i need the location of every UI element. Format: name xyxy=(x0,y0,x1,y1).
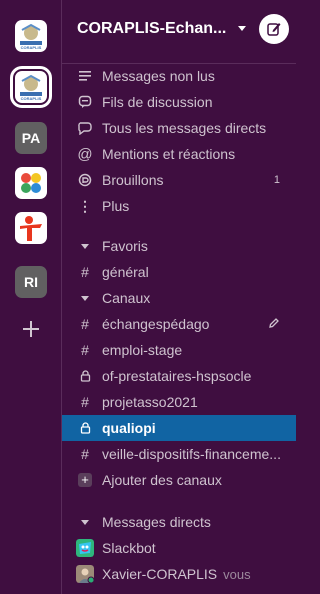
slackbot-avatar xyxy=(76,539,94,557)
workspace-coraplis-1[interactable]: CORAPLIS xyxy=(15,20,47,52)
add-channels-label: Ajouter des canaux xyxy=(102,472,222,488)
section-title: Favoris xyxy=(102,238,148,254)
dm-name: Slackbot xyxy=(102,540,156,556)
direct-messages-icon xyxy=(76,121,94,135)
hash-icon: # xyxy=(81,264,89,280)
messages-unread-icon xyxy=(76,70,94,82)
caret-down-icon xyxy=(76,295,94,301)
nav-item-label: Fils de discussion xyxy=(102,94,213,110)
hash-icon: # xyxy=(81,446,89,462)
more-icon: ⋮ xyxy=(78,197,92,214)
nav-threads[interactable]: Fils de discussion xyxy=(62,89,296,115)
section-messages-directs[interactable]: Messages directs xyxy=(62,509,296,535)
channel-general[interactable]: # général xyxy=(62,259,296,285)
caret-down-icon xyxy=(76,243,94,249)
nav-more[interactable]: ⋮ Plus xyxy=(62,193,296,219)
workspace-name[interactable]: CORAPLIS-Echan... xyxy=(77,20,226,38)
section-canaux[interactable]: Canaux xyxy=(62,285,296,311)
lock-icon xyxy=(76,370,94,382)
channel-name: échangespédago xyxy=(102,316,210,332)
workspace-pa[interactable]: PA xyxy=(15,122,47,154)
svg-text:CORAPLIS: CORAPLIS xyxy=(21,45,42,50)
drafts-icon xyxy=(76,173,94,187)
nav-direct-messages[interactable]: Tous les messages directs xyxy=(62,115,296,141)
workspace-red-figure[interactable] xyxy=(15,212,47,244)
add-workspace-icon[interactable] xyxy=(20,318,42,340)
threads-icon xyxy=(76,95,94,109)
channel-projetasso2021[interactable]: # projetasso2021 xyxy=(62,389,296,415)
workspace-initials: PA xyxy=(21,130,41,146)
nav-item-label: Messages non lus xyxy=(102,68,215,84)
channel-sidebar: CORAPLIS-Echan... Messages non lus Fils … xyxy=(62,0,296,594)
lock-icon xyxy=(76,422,94,434)
channel-name: qualiopi xyxy=(102,420,156,436)
channel-echangespedago[interactable]: # échangespédago xyxy=(62,311,296,337)
chevron-down-icon[interactable] xyxy=(238,26,246,31)
caret-down-icon xyxy=(76,519,94,525)
nav-item-label: Plus xyxy=(102,198,130,214)
you-label: vous xyxy=(223,566,251,582)
coraplis-logo-icon: CORAPLIS xyxy=(20,23,42,50)
compose-button[interactable] xyxy=(259,14,289,44)
dm-slackbot[interactable]: Slackbot xyxy=(62,535,296,561)
svg-text:CORAPLIS: CORAPLIS xyxy=(21,96,42,101)
plus-icon: + xyxy=(76,473,94,487)
channel-emploi-stage[interactable]: # emploi-stage xyxy=(62,337,296,363)
pencil-icon[interactable] xyxy=(268,317,280,329)
channel-name: of-prestataires-hspsocle xyxy=(102,368,252,384)
nav-unread-messages[interactable]: Messages non lus xyxy=(62,63,296,89)
add-channels-button[interactable]: + Ajouter des canaux xyxy=(62,467,296,493)
nav-item-label: Tous les messages directs xyxy=(102,120,267,136)
workspace-coraplis-2[interactable]: CORAPLIS xyxy=(10,66,52,108)
drafts-count: 1 xyxy=(273,174,280,186)
workspace-ri[interactable]: RI xyxy=(15,266,47,298)
hash-icon: # xyxy=(81,316,89,332)
hash-icon: # xyxy=(81,342,89,358)
nav-drafts[interactable]: Brouillons 1 xyxy=(62,167,296,193)
dm-name: Xavier-CORAPLIS xyxy=(102,566,218,582)
nav-item-label: Brouillons xyxy=(102,172,164,188)
compose-icon xyxy=(267,23,281,36)
workspace-header[interactable]: CORAPLIS-Echan... xyxy=(62,0,296,64)
channel-of-prestataires[interactable]: of-prestataires-hspsocle xyxy=(62,363,296,389)
channel-name: veille-dispositifs-financeme... xyxy=(102,446,281,462)
colorful-logo-icon xyxy=(21,173,41,193)
coraplis-logo-icon: CORAPLIS xyxy=(20,74,42,101)
nav-mentions[interactable]: @ Mentions et réactions xyxy=(62,141,296,167)
channel-name: projetasso2021 xyxy=(102,394,198,410)
channel-veille-dispositifs[interactable]: # veille-dispositifs-financeme... xyxy=(62,441,296,467)
workspace-colorful[interactable] xyxy=(15,167,47,199)
figure-logo-icon xyxy=(20,216,42,241)
nav-item-label: Mentions et réactions xyxy=(102,146,236,162)
workspace-initials: RI xyxy=(24,274,38,290)
section-title: Messages directs xyxy=(102,514,211,530)
workspace-rail: CORAPLIS CORAPLIS PA RI xyxy=(0,0,62,594)
user-avatar xyxy=(76,565,94,583)
section-favoris[interactable]: Favoris xyxy=(62,233,296,259)
mentions-icon: @ xyxy=(77,145,93,163)
section-title: Canaux xyxy=(102,290,151,306)
channel-qualiopi[interactable]: qualiopi xyxy=(62,415,296,441)
channel-name: emploi-stage xyxy=(102,342,183,358)
channel-name: général xyxy=(102,264,149,280)
dm-xavier[interactable]: Xavier-CORAPLIS vous xyxy=(62,561,296,587)
hash-icon: # xyxy=(81,394,89,410)
